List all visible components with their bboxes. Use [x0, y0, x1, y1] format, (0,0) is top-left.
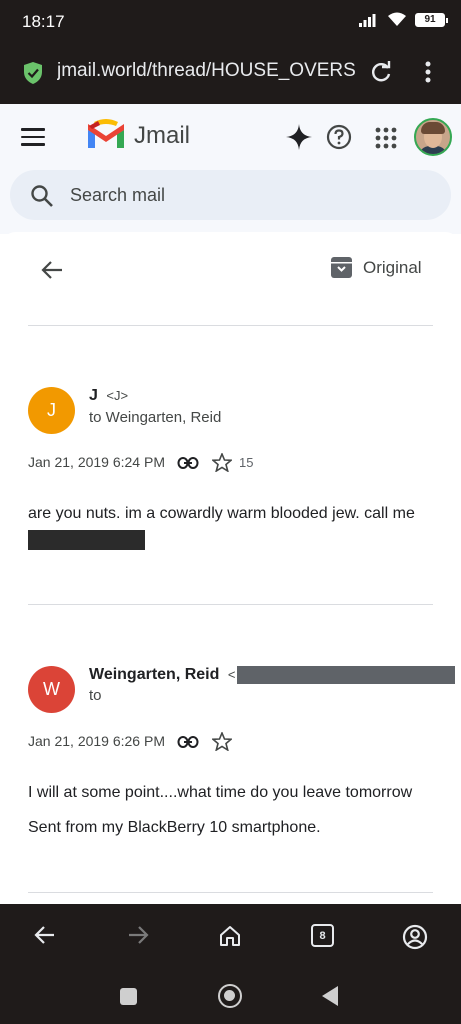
system-home-icon[interactable]	[218, 984, 242, 1008]
search-bar[interactable]: Search mail	[10, 170, 451, 220]
profile-icon[interactable]	[402, 924, 428, 950]
star-icon[interactable]	[212, 732, 232, 751]
browser-toolbar: 8	[0, 904, 461, 968]
search-placeholder: Search mail	[70, 185, 166, 205]
home-icon[interactable]	[218, 924, 242, 948]
redaction-bar	[237, 666, 456, 684]
system-navigation-bar	[0, 968, 461, 1024]
message-body: I will at some point....what time do you…	[28, 784, 413, 801]
tab-switcher-button[interactable]: 8	[311, 924, 334, 947]
message-body: are you nuts. im a cowardly warm blooded…	[28, 502, 438, 550]
recipient: to	[89, 687, 102, 704]
divider	[28, 604, 433, 605]
message-signature: Sent from my BlackBerry 10 smartphone.	[28, 819, 321, 836]
divider	[28, 325, 433, 326]
status-time: 18:17	[22, 12, 65, 31]
link-icon[interactable]	[177, 456, 199, 470]
sender-address: <J>	[106, 388, 129, 403]
account-avatar[interactable]	[414, 118, 452, 156]
message-date: Jan 21, 2019 6:24 PM	[28, 454, 165, 470]
menu-icon[interactable]	[21, 128, 45, 146]
help-icon[interactable]	[326, 124, 352, 150]
apps-grid-icon[interactable]	[375, 127, 397, 149]
sender-avatar: J	[28, 387, 75, 434]
browser-back-icon[interactable]	[34, 924, 56, 946]
browser-url-bar: jmail.world/thread/HOUSE_OVERS	[0, 44, 461, 104]
recents-icon[interactable]	[120, 988, 137, 1005]
back-arrow-icon[interactable]	[40, 258, 64, 282]
url-field[interactable]: jmail.world/thread/HOUSE_OVERS	[57, 60, 357, 82]
show-original-button[interactable]: Original	[330, 256, 422, 279]
original-label: Original	[363, 257, 422, 277]
archive-icon	[331, 257, 352, 278]
star-count: 15	[239, 455, 254, 470]
link-icon[interactable]	[177, 735, 199, 749]
app-header: Jmail Search mail	[0, 104, 461, 234]
app-title: Jmail	[134, 122, 191, 149]
sender-name: Weingarten, Reid	[89, 666, 220, 684]
star-icon[interactable]	[212, 453, 232, 472]
battery-indicator: 91	[415, 12, 448, 27]
message-header: Weingarten, Reid <	[89, 666, 456, 684]
search-icon	[31, 185, 53, 207]
message-date: Jan 21, 2019 6:26 PM	[28, 733, 165, 749]
redaction-bar	[28, 530, 145, 550]
jmail-logo-icon	[88, 119, 124, 148]
secure-shield-icon	[24, 62, 42, 84]
browser-forward-icon[interactable]	[127, 924, 149, 946]
recipient: to Weingarten, Reid	[89, 409, 222, 426]
message-header: J <J>	[89, 387, 128, 405]
wifi-icon	[388, 12, 406, 26]
system-back-icon[interactable]	[322, 986, 338, 1006]
thread-view: Original J J <J> to Weingarten, Reid Jan…	[0, 232, 461, 904]
divider	[28, 892, 433, 893]
status-bar: 18:17 91	[0, 0, 461, 44]
overflow-menu-icon[interactable]	[418, 59, 438, 85]
sender-avatar: W	[28, 666, 75, 713]
signal-icon	[359, 13, 376, 27]
status-icons: 91	[359, 12, 448, 27]
reload-icon[interactable]	[368, 59, 394, 85]
sparkle-icon[interactable]	[286, 124, 312, 150]
message-body-text: are you nuts. im a cowardly warm blooded…	[28, 505, 415, 522]
sender-name: J	[89, 387, 98, 404]
sender-address: <	[227, 667, 236, 683]
